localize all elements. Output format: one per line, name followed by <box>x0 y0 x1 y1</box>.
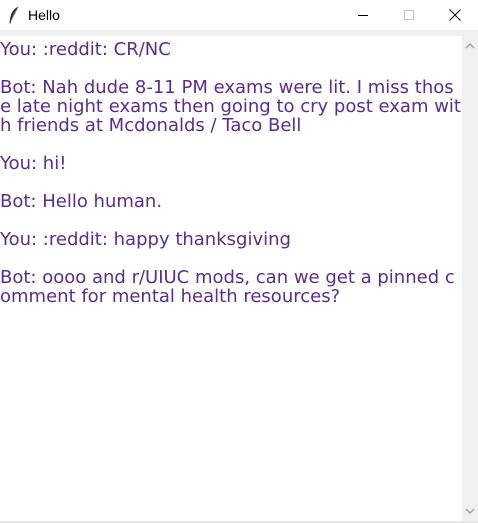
scroll-down-button[interactable] <box>462 503 478 519</box>
window-title: Hello <box>28 7 60 23</box>
feather-icon <box>6 5 22 25</box>
minimize-icon <box>358 15 368 16</box>
maximize-icon <box>404 10 414 20</box>
chevron-up-icon <box>465 43 475 49</box>
close-icon <box>449 9 461 21</box>
vertical-scrollbar[interactable] <box>462 36 478 521</box>
title-bar[interactable]: Hello <box>0 0 478 30</box>
chat-text-area[interactable]: You: :reddit: CR/NC Bot: Nah dude 8-11 P… <box>0 36 462 521</box>
close-button[interactable] <box>432 0 478 30</box>
window-controls <box>340 0 478 30</box>
maximize-button[interactable] <box>386 0 432 30</box>
app-window: Hello You: :reddit: CR/NC Bot: Nah dude … <box>0 0 478 523</box>
chevron-down-icon <box>465 508 475 514</box>
scroll-up-button[interactable] <box>462 38 478 54</box>
minimize-button[interactable] <box>340 0 386 30</box>
chat-log: You: :reddit: CR/NC Bot: Nah dude 8-11 P… <box>0 39 461 307</box>
